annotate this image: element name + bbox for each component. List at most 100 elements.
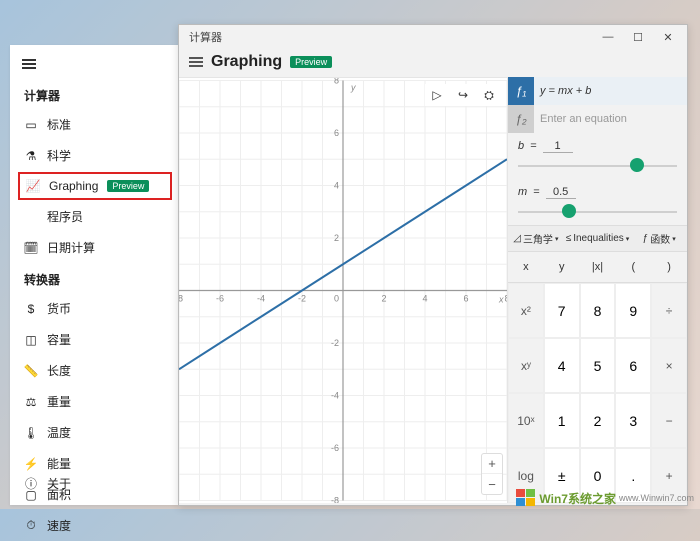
sidebar-item-label: 容量 — [47, 331, 71, 348]
zoom-in-button[interactable]: + — [482, 454, 502, 474]
slider-name: m — [518, 186, 527, 198]
function-toggle-2[interactable]: ƒ₂ — [508, 105, 534, 133]
key-10ˣ[interactable]: 10ˣ — [508, 393, 544, 448]
sidebar-conv-7[interactable]: ⏱ 速度 — [10, 510, 178, 541]
svg-text:-2: -2 — [298, 294, 306, 304]
svg-text:2: 2 — [334, 233, 339, 243]
window-title: 计算器 — [189, 29, 222, 45]
conv-icon: $ — [24, 302, 38, 316]
sidebar-conv-3[interactable]: ⚖重量 — [10, 386, 178, 417]
key-8[interactable]: 8 — [580, 283, 616, 338]
sidebar-item-label: 温度 — [47, 424, 71, 441]
graph-settings-button[interactable]: ⛭ — [477, 84, 501, 106]
key-5[interactable]: 5 — [580, 338, 616, 393]
header: Graphing Preview — [179, 49, 687, 77]
key-9[interactable]: 9 — [615, 283, 651, 338]
svg-text:4: 4 — [334, 181, 339, 191]
conv-icon: ◫ — [24, 333, 38, 347]
key-x[interactable]: x — [508, 252, 544, 282]
key-y[interactable]: y — [544, 252, 580, 282]
chevron-down-icon: ▾ — [555, 235, 559, 243]
sidebar-item-4[interactable]: 🗓日期计算 — [10, 232, 178, 263]
slider-b: b = 1 — [508, 133, 687, 179]
key-4[interactable]: 4 — [544, 338, 580, 393]
sidebar-item-label: 速度 — [47, 517, 71, 534]
sidebar-item-2[interactable]: 📈GraphingPreview — [18, 172, 172, 200]
svg-text:-8: -8 — [179, 294, 183, 304]
svg-text:8: 8 — [504, 294, 507, 304]
slider-name: b — [518, 140, 524, 152]
key-1[interactable]: 1 — [544, 393, 580, 448]
maximize-button[interactable]: ☐ — [623, 25, 653, 49]
sidebar-item-label: 货币 — [47, 300, 71, 317]
key-|x|[interactable]: |x| — [580, 252, 616, 282]
mode-icon: ▭ — [24, 118, 38, 132]
key-([interactable]: ( — [615, 252, 651, 282]
key-xʸ[interactable]: xʸ — [508, 338, 544, 393]
sidebar-conv-1[interactable]: ◫ 容量 — [10, 324, 178, 355]
svg-text:-8: -8 — [331, 496, 339, 504]
equation-expr: y = mx + b — [534, 85, 591, 97]
sidebar-item-label: 长度 — [47, 362, 71, 379]
key-2[interactable]: 2 — [580, 393, 616, 448]
sidebar-conv-4[interactable]: 🌡温度 — [10, 417, 178, 448]
equation-row-1[interactable]: ƒ₁ y = mx + b — [508, 77, 687, 105]
slider-value[interactable]: 0.5 — [546, 186, 576, 199]
equation-row-2[interactable]: ƒ₂ Enter an equation — [508, 105, 687, 133]
keypad: x²789÷xʸ456×10ˣ123−log±0.+ — [508, 283, 687, 503]
sidebar-item-label: 日期计算 — [47, 239, 95, 256]
key-x²[interactable]: x² — [508, 283, 544, 338]
svg-text:6: 6 — [334, 128, 339, 138]
sidebar-item-0[interactable]: ▭标准 — [10, 109, 178, 140]
svg-text:4: 4 — [422, 294, 427, 304]
svg-text:0: 0 — [334, 294, 339, 304]
key-−[interactable]: − — [651, 393, 687, 448]
mode-title: Graphing — [211, 53, 282, 71]
slider-value[interactable]: 1 — [543, 140, 573, 153]
sidebar-item-label: 科学 — [47, 147, 71, 164]
share-button[interactable]: ↪ — [451, 84, 475, 106]
svg-text:-6: -6 — [216, 294, 224, 304]
slider-track[interactable] — [518, 156, 677, 174]
cat-ineq[interactable]: ≤Inequalities▾ — [564, 226, 632, 251]
function-key-row: xy|x|() — [508, 252, 687, 283]
svg-text:-6: -6 — [331, 443, 339, 453]
zoom-control: + − — [481, 453, 503, 495]
conv-icon: ⚖ — [24, 395, 38, 409]
sidebar-conv-0[interactable]: $ 货币 — [10, 293, 178, 324]
sidebar-conv-2[interactable]: 📏长度 — [10, 355, 178, 386]
watermark: Win7系统之家 www.Winwin7.com — [516, 489, 694, 507]
slider-thumb[interactable] — [630, 158, 644, 172]
close-button[interactable]: ✕ — [653, 25, 683, 49]
sidebar-item-about[interactable]: ⓘ 关于 — [10, 468, 178, 499]
ineq-icon: ≤ — [566, 233, 572, 244]
svg-text:6: 6 — [463, 294, 468, 304]
sidebar-item-1[interactable]: ⚗科学 — [10, 140, 178, 171]
key-6[interactable]: 6 — [615, 338, 651, 393]
svg-text:-2: -2 — [331, 338, 339, 348]
sidebar-item-3[interactable]: 程序员 — [10, 201, 178, 232]
zoom-out-button[interactable]: − — [482, 474, 502, 494]
svg-text:2: 2 — [381, 294, 386, 304]
cat-trig[interactable]: ◿三角学▾ — [508, 226, 564, 251]
slider-thumb[interactable] — [562, 204, 576, 218]
key-)[interactable]: ) — [651, 252, 687, 282]
svg-text:8: 8 — [334, 78, 339, 86]
trace-button[interactable]: ▷ — [425, 84, 449, 106]
slider-track[interactable] — [518, 202, 677, 220]
function-toggle-1[interactable]: ƒ₁ — [508, 77, 534, 105]
key-×[interactable]: × — [651, 338, 687, 393]
sidebar-item-label: 程序员 — [47, 208, 83, 225]
conv-icon: ⏱ — [24, 518, 38, 533]
cat-func[interactable]: ƒ函数▾ — [631, 226, 687, 251]
key-3[interactable]: 3 — [615, 393, 651, 448]
graph-area[interactable]: ▷ ↪ ⛭ -8-8-6-6-4-4-2-2224466880yx + − — [179, 77, 507, 503]
windows-icon — [516, 489, 536, 507]
minimize-button[interactable]: — — [593, 25, 623, 49]
sidebar-title: 计算器 — [10, 79, 178, 109]
menu-icon[interactable] — [189, 55, 203, 69]
key-÷[interactable]: ÷ — [651, 283, 687, 338]
slider-m: m = 0.5 — [508, 179, 687, 225]
menu-icon[interactable] — [10, 45, 178, 79]
key-7[interactable]: 7 — [544, 283, 580, 338]
